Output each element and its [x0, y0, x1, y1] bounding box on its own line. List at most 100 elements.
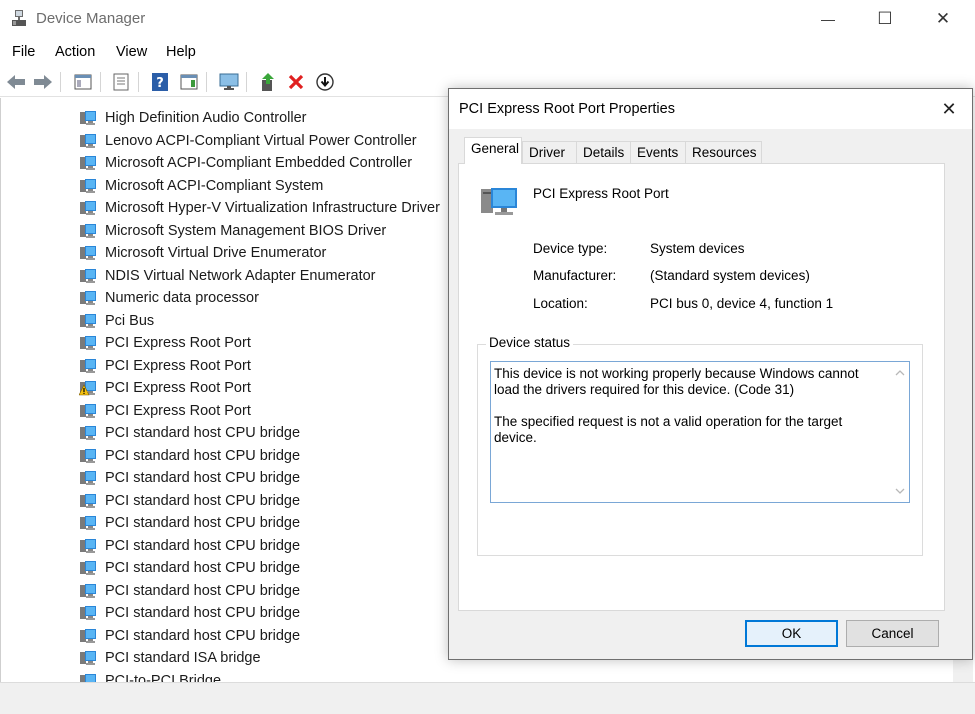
tab-resources[interactable]: Resources [685, 141, 762, 163]
tree-item-label: Lenovo ACPI-Compliant Virtual Power Cont… [105, 132, 417, 149]
menu-bar: File Action View Help [0, 40, 975, 66]
tree-item-label: Microsoft Virtual Drive Enumerator [105, 245, 327, 261]
tree-item[interactable]: PCI Express Root Port [79, 377, 251, 399]
tree-item-label: Microsoft System Management BIOS Driver [105, 222, 387, 239]
status-scrollbar[interactable] [891, 362, 909, 502]
action-pane-icon [180, 74, 198, 90]
tree-item[interactable]: PCI standard host CPU bridge [79, 535, 300, 557]
tree-item-label: PCI standard ISA bridge [105, 650, 261, 666]
system-device-icon [80, 403, 96, 418]
system-device-icon [80, 628, 96, 643]
system-device-icon [80, 313, 96, 328]
tree-item[interactable]: PCI standard host CPU bridge [79, 602, 300, 624]
forward-button[interactable] [32, 71, 54, 93]
tree-item[interactable]: Microsoft ACPI-Compliant Embedded Contro… [79, 152, 412, 174]
maximize-button[interactable]: ☐ [858, 0, 912, 38]
location-label: Location: [533, 296, 588, 311]
tree-item[interactable]: PCI Express Root Port [79, 355, 251, 377]
tree-item[interactable]: Microsoft Virtual Drive Enumerator [79, 242, 326, 264]
help-button[interactable]: ? [149, 71, 171, 93]
system-device-icon [80, 246, 96, 260]
system-device-icon [80, 651, 96, 665]
device-status-group: Device status This device is not working… [477, 335, 923, 556]
cancel-button[interactable]: Cancel [846, 620, 939, 647]
system-device-icon [80, 673, 96, 682]
tree-item-label: PCI standard host CPU bridge [105, 582, 301, 599]
tree-item-label: Numeric data processor [105, 290, 259, 306]
tree-item[interactable]: High Definition Audio Controller [79, 107, 307, 129]
properties-button[interactable] [110, 71, 132, 93]
location-value: PCI bus 0, device 4, function 1 [650, 296, 834, 311]
tab-events[interactable]: Events [630, 141, 686, 163]
menu-view[interactable]: View [116, 44, 147, 60]
device-status-legend: Device status [486, 335, 574, 350]
tree-item[interactable]: PCI standard host CPU bridge [79, 490, 300, 512]
manufacturer-label: Manufacturer: [533, 268, 617, 283]
minimize-button[interactable]: — [801, 0, 855, 38]
tree-item[interactable]: PCI standard host CPU bridge [79, 422, 300, 444]
tab-details[interactable]: Details [576, 141, 631, 163]
toolbar-separator [206, 72, 207, 92]
tree-item[interactable]: Numeric data processor [79, 287, 259, 309]
system-device-icon [80, 606, 96, 620]
title-bar: Device Manager — ☐ ✕ [0, 0, 975, 38]
uninstall-device-button[interactable] [285, 71, 307, 93]
device-type-label: Device type: [533, 241, 608, 256]
device-warning-icon [79, 381, 96, 396]
monitor-scan-icon [219, 73, 239, 90]
dialog-title: PCI Express Root Port Properties [459, 101, 675, 117]
tree-item[interactable]: Lenovo ACPI-Compliant Virtual Power Cont… [79, 130, 417, 152]
tree-item[interactable]: PCI standard host CPU bridge [79, 512, 300, 534]
action-pane-button[interactable] [178, 71, 200, 93]
tree-item[interactable]: PCI-to-PCI Bridge [79, 670, 221, 682]
device-status-textbox[interactable]: This device is not working properly beca… [490, 361, 910, 503]
menu-action[interactable]: Action [55, 44, 95, 60]
update-driver-button[interactable] [257, 71, 279, 93]
system-device-icon [80, 111, 96, 125]
tree-item-label: PCI Express Root Port [105, 335, 251, 351]
dialog-close-button[interactable]: ✕ [926, 89, 972, 129]
scan-hardware-button[interactable] [218, 71, 240, 93]
close-button[interactable]: ✕ [916, 0, 970, 38]
tab-label: Events [637, 145, 679, 160]
disable-device-button[interactable] [314, 71, 336, 93]
tree-item[interactable]: Microsoft System Management BIOS Driver [79, 220, 386, 242]
system-device-icon [80, 426, 96, 440]
tree-item[interactable]: NDIS Virtual Network Adapter Enumerator [79, 265, 376, 287]
show-hide-console-tree-button[interactable] [72, 71, 94, 93]
tab-driver[interactable]: Driver [522, 141, 577, 163]
toolbar-separator [60, 72, 61, 92]
tree-item[interactable]: PCI standard host CPU bridge [79, 625, 300, 647]
tree-item[interactable]: PCI standard host CPU bridge [79, 557, 300, 579]
tree-item[interactable]: Microsoft Hyper-V Virtualization Infrast… [79, 197, 440, 219]
tree-item-label: PCI standard host CPU bridge [105, 470, 301, 486]
system-device-icon [80, 538, 96, 553]
tree-item[interactable]: PCI standard host CPU bridge [79, 580, 300, 602]
device-manager-window: Device Manager — ☐ ✕ File Action View He… [0, 0, 975, 714]
down-arrow-circle-icon [316, 73, 334, 91]
tree-item-label: Microsoft Hyper-V Virtualization Infrast… [105, 200, 440, 216]
system-device-icon [80, 133, 96, 148]
tab-general[interactable]: General [464, 137, 522, 164]
menu-help[interactable]: Help [166, 44, 196, 60]
tree-item[interactable]: Pci Bus [79, 310, 154, 332]
tree-item[interactable]: PCI standard host CPU bridge [79, 467, 300, 489]
tree-item-label: PCI standard host CPU bridge [105, 560, 301, 576]
back-button[interactable] [5, 71, 27, 93]
tree-item[interactable]: Microsoft ACPI-Compliant System [79, 175, 323, 197]
tree-item-label: Pci Bus [105, 312, 155, 329]
system-device-icon [80, 223, 96, 238]
minimize-icon: — [821, 11, 835, 27]
cancel-label: Cancel [871, 626, 914, 641]
menu-file[interactable]: File [12, 44, 35, 60]
close-icon: ✕ [941, 98, 957, 119]
tree-item[interactable]: PCI Express Root Port [79, 400, 251, 422]
svg-text:?: ? [156, 76, 164, 91]
tree-item-label: PCI standard host CPU bridge [105, 627, 301, 644]
tree-item[interactable]: PCI Express Root Port [79, 332, 251, 354]
tree-item[interactable]: PCI standard host CPU bridge [79, 445, 300, 467]
tree-item[interactable]: PCI standard ISA bridge [79, 647, 261, 669]
toolbar-separator [138, 72, 139, 92]
ok-button[interactable]: OK [745, 620, 838, 647]
tab-label: General [471, 141, 520, 156]
